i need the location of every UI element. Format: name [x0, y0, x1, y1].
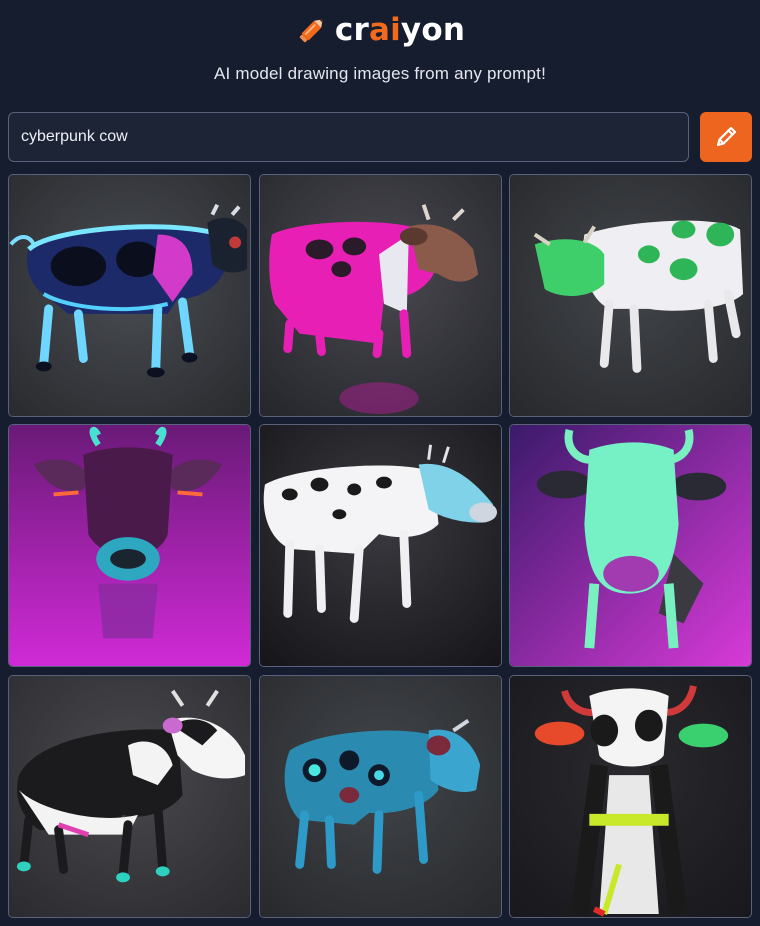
result-image[interactable]: [8, 675, 251, 918]
cow-image: [510, 676, 751, 917]
result-image[interactable]: [259, 174, 502, 417]
cow-image: [260, 175, 501, 416]
result-image[interactable]: [259, 675, 502, 918]
cow-image: [260, 425, 501, 666]
cow-image: [260, 676, 501, 917]
brand-logo[interactable]: craiyon: [0, 10, 760, 50]
cow-image: [9, 676, 250, 917]
pencil-icon: [716, 126, 737, 147]
prompt-input[interactable]: [8, 112, 689, 162]
result-image[interactable]: [509, 675, 752, 918]
cow-image: [510, 175, 751, 416]
result-image[interactable]: [509, 424, 752, 667]
cow-image: [510, 425, 751, 666]
brand-wordmark: craiyon: [334, 11, 466, 48]
craiyon-page: craiyon AI model drawing images from any…: [0, 0, 760, 926]
pencil-icon: [299, 19, 323, 43]
cow-image: [9, 425, 250, 666]
cow-image: [9, 175, 250, 416]
draw-button[interactable]: [700, 112, 752, 162]
tagline: AI model drawing images from any prompt!: [213, 64, 547, 83]
result-image[interactable]: [509, 174, 752, 417]
result-image[interactable]: [259, 424, 502, 667]
result-image[interactable]: [8, 424, 251, 667]
result-image[interactable]: [8, 174, 251, 417]
